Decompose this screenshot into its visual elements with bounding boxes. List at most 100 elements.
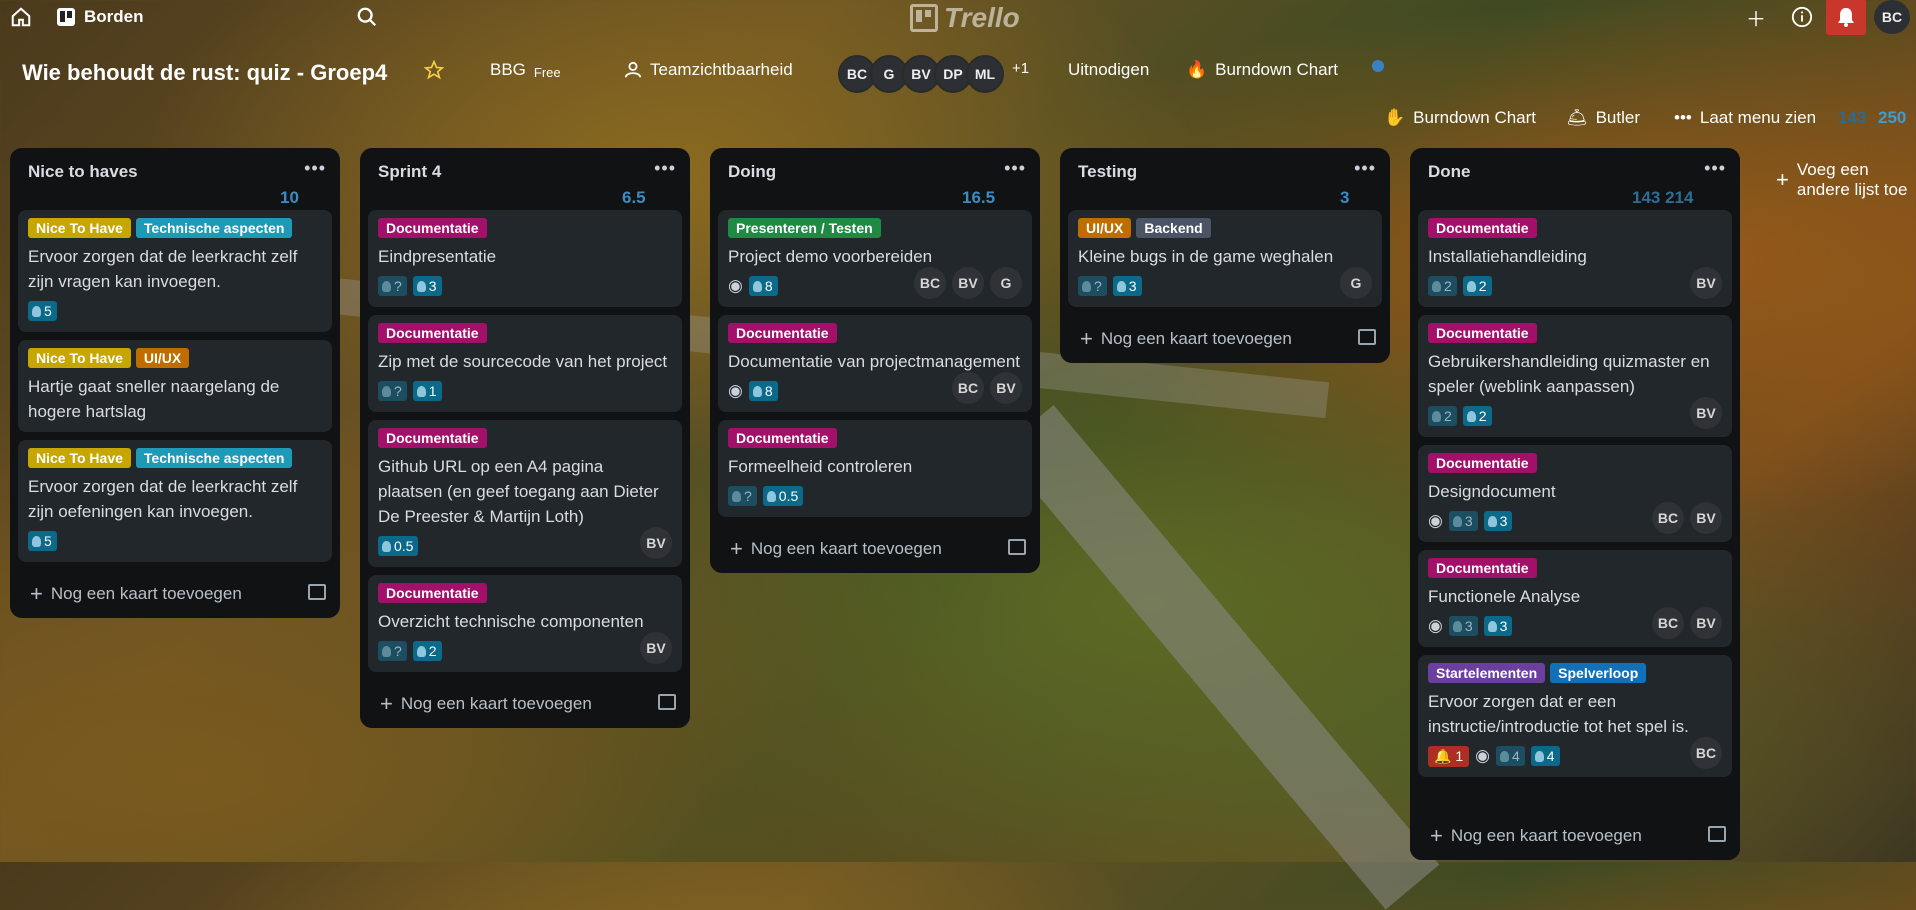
burndown-chart-button[interactable]: 🔥 Burndown Chart <box>1186 60 1338 80</box>
estimate-badge: 4 <box>1495 746 1525 766</box>
workspace-button[interactable]: BBG Free <box>490 60 561 80</box>
card[interactable]: Documentatie Zip met de sourcecode van he… <box>368 315 682 412</box>
card-label[interactable]: Documentatie <box>1428 323 1537 343</box>
show-menu-button[interactable]: ••• Laat menu zien <box>1674 108 1816 128</box>
member-avatar[interactable]: BC <box>1652 502 1684 534</box>
star-icon[interactable] <box>424 60 444 80</box>
list-title[interactable]: Testing <box>1078 162 1137 182</box>
user-avatar[interactable]: BC <box>1874 0 1910 34</box>
card-label[interactable]: Technische aspecten <box>135 448 293 468</box>
card[interactable]: Documentatie Github URL op een A4 pagina … <box>368 420 682 567</box>
add-card-button[interactable]: + Nog een kaart toevoegen <box>1060 315 1390 363</box>
list-menu-icon[interactable]: ••• <box>654 158 676 179</box>
template-icon[interactable] <box>658 694 676 710</box>
member-avatar[interactable]: BC <box>914 267 946 299</box>
card-label[interactable]: Nice To Have <box>28 448 131 468</box>
member-avatar[interactable]: G <box>1340 267 1372 299</box>
card-label[interactable]: Nice To Have <box>28 348 131 368</box>
card[interactable]: Documentatie Designdocument ◉ 3 3 BC BV <box>1418 445 1732 542</box>
member-avatar[interactable]: ML <box>966 55 1004 93</box>
member-avatar[interactable]: G <box>990 267 1022 299</box>
extra-members-count[interactable]: +1 <box>1012 60 1029 77</box>
add-card-button[interactable]: + Nog een kaart toevoegen <box>710 525 1040 573</box>
power-up-icon[interactable] <box>1372 60 1384 72</box>
list-menu-icon[interactable]: ••• <box>1354 158 1376 179</box>
add-card-button[interactable]: + Nog een kaart toevoegen <box>10 570 340 618</box>
card[interactable]: Documentatie Functionele Analyse ◉ 3 3 BC BV <box>1418 550 1732 647</box>
member-avatar[interactable]: BV <box>640 527 672 559</box>
card-label[interactable]: Documentatie <box>1428 218 1537 238</box>
card-label[interactable]: Documentatie <box>378 323 487 343</box>
list-count: 3 <box>1340 188 1350 207</box>
card-label[interactable]: Documentatie <box>728 323 837 343</box>
member-avatar[interactable]: BV <box>1690 502 1722 534</box>
card[interactable]: Documentatie Installatiehandleiding 2 2 BV <box>1418 210 1732 307</box>
card[interactable]: UI/UX Backend Kleine bugs in de game wegha… <box>1068 210 1382 307</box>
member-avatar[interactable]: BC <box>1652 607 1684 639</box>
card[interactable]: Presenteren / Testen Project demo voorber… <box>718 210 1032 307</box>
invite-button[interactable]: Uitnodigen <box>1068 60 1149 80</box>
card[interactable]: Documentatie Formeelheid controleren? 0.5 <box>718 420 1032 517</box>
card-label[interactable]: Documentatie <box>1428 453 1537 473</box>
visibility-button[interactable]: Teamzichtbaarheid <box>624 60 793 80</box>
list-menu-icon[interactable]: ••• <box>304 158 326 179</box>
card-label[interactable]: UI/UX <box>135 348 190 368</box>
template-icon[interactable] <box>1708 826 1726 842</box>
list-title[interactable]: Sprint 4 <box>378 162 441 182</box>
member-avatar[interactable]: BV <box>640 632 672 664</box>
card-label[interactable]: Nice To Have <box>28 218 131 238</box>
card-label[interactable]: Spelverloop <box>1550 663 1647 683</box>
member-avatar[interactable]: BV <box>1690 397 1722 429</box>
plus-icon[interactable]: ＋ <box>1738 0 1774 34</box>
member-avatar[interactable]: BV <box>1690 607 1722 639</box>
home-icon[interactable] <box>10 0 32 34</box>
list-menu-icon[interactable]: ••• <box>1004 158 1026 179</box>
card[interactable]: Nice To Have UI/UX Hartje gaat sneller naa… <box>18 340 332 432</box>
search-icon[interactable] <box>356 0 378 34</box>
list-title[interactable]: Doing <box>728 162 776 182</box>
member-avatar[interactable]: BV <box>952 267 984 299</box>
card-members: BC BV <box>1652 502 1722 534</box>
template-icon[interactable] <box>308 584 326 600</box>
card[interactable]: Nice To Have Technische aspecten Ervoor zo… <box>18 210 332 332</box>
watch-eye-icon: ◉ <box>1428 616 1443 635</box>
card[interactable]: Startelementen Spelverloop Ervoor zorgen d… <box>1418 655 1732 777</box>
card-label[interactable]: Documentatie <box>378 428 487 448</box>
board-title[interactable]: Wie behoudt de rust: quiz - Groep4 <box>22 60 387 86</box>
card[interactable]: Documentatie Overzicht technische compone… <box>368 575 682 672</box>
points-badge: 3 <box>1483 616 1513 636</box>
card-label[interactable]: Documentatie <box>378 218 487 238</box>
card-label[interactable]: Documentatie <box>378 583 487 603</box>
card-label[interactable]: Technische aspecten <box>135 218 293 238</box>
member-avatar[interactable]: BV <box>990 372 1022 404</box>
card-label[interactable]: Startelementen <box>1428 663 1546 683</box>
burndown-chart-button-2[interactable]: ✋ Burndown Chart <box>1384 108 1536 128</box>
card-label[interactable]: Presenteren / Testen <box>728 218 881 238</box>
card-label[interactable]: UI/UX <box>1078 218 1132 238</box>
template-icon[interactable] <box>1008 539 1026 555</box>
template-icon[interactable] <box>1358 329 1376 345</box>
member-avatar[interactable]: BC <box>952 372 984 404</box>
card[interactable]: Documentatie Eindpresentatie? 3 <box>368 210 682 307</box>
card-label[interactable]: Backend <box>1136 218 1211 238</box>
card-badges: 5 <box>28 298 322 324</box>
card-labels: Nice To Have Technische aspecten <box>28 218 322 238</box>
card-label[interactable]: Documentatie <box>728 428 837 448</box>
butler-button[interactable]: 🛎 Butler <box>1566 108 1640 128</box>
member-avatar[interactable]: BC <box>1690 737 1722 769</box>
list-title[interactable]: Done <box>1428 162 1471 182</box>
badge-value: ? <box>394 643 402 659</box>
boards-button[interactable]: Borden <box>56 0 144 34</box>
list-title[interactable]: Nice to haves <box>28 162 138 182</box>
list-menu-icon[interactable]: ••• <box>1704 158 1726 179</box>
card[interactable]: Documentatie Documentatie van projectmana… <box>718 315 1032 412</box>
info-icon[interactable] <box>1784 0 1820 34</box>
add-list-button[interactable]: + Voeg een andere lijst toe <box>1776 160 1916 200</box>
member-avatar[interactable]: BV <box>1690 267 1722 299</box>
add-card-button[interactable]: + Nog een kaart toevoegen <box>360 680 690 728</box>
card-label[interactable]: Documentatie <box>1428 558 1537 578</box>
add-card-button[interactable]: + Nog een kaart toevoegen <box>1410 812 1740 860</box>
card[interactable]: Documentatie Gebruikershandleiding quizma… <box>1418 315 1732 437</box>
bell-icon[interactable] <box>1826 0 1866 35</box>
card[interactable]: Nice To Have Technische aspecten Ervoor zo… <box>18 440 332 562</box>
